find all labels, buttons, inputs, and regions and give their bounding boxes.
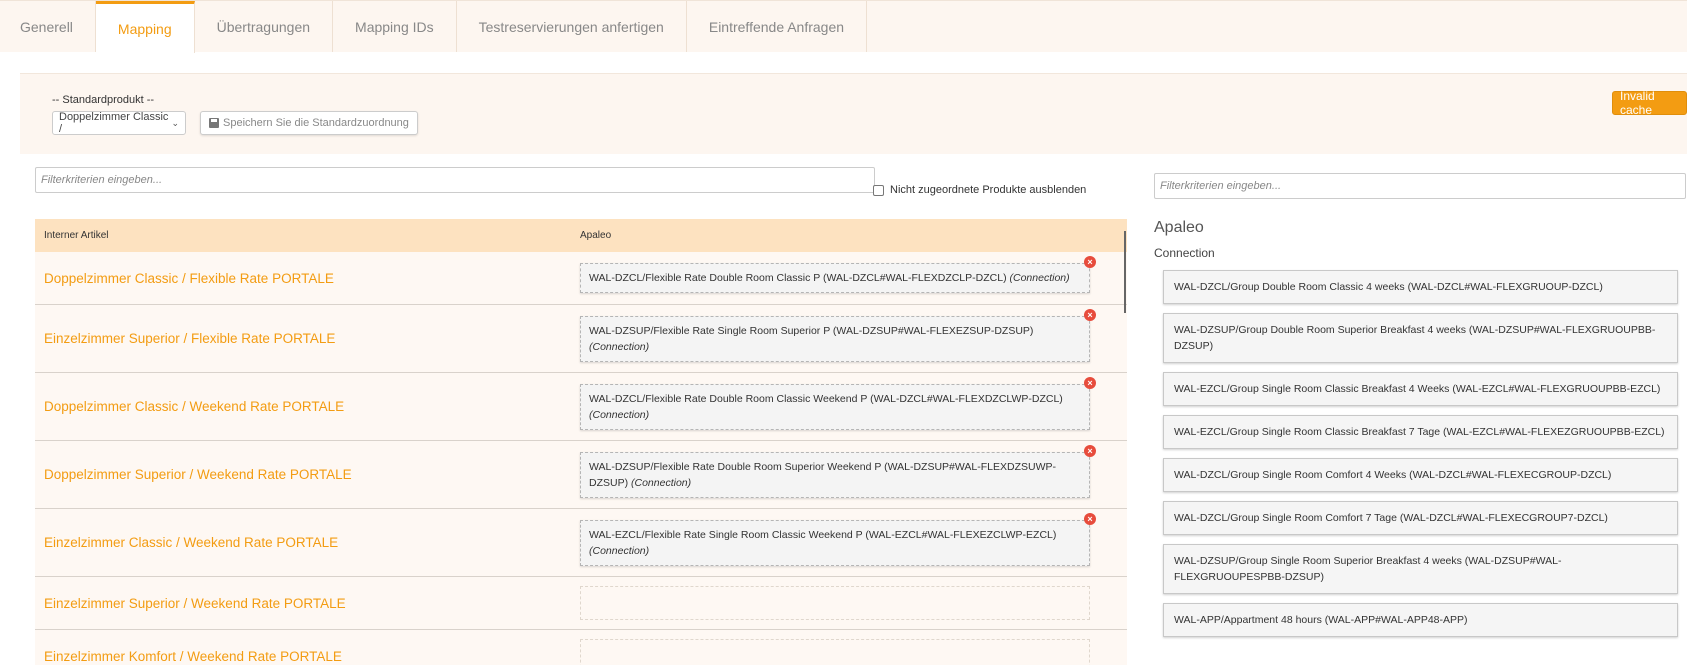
tab-testreservierungen[interactable]: Testreservierungen anfertigen: [457, 1, 687, 52]
mapping-text: WAL-EZCL/Flexible Rate Single Room Class…: [589, 528, 1057, 541]
empty-drop-zone[interactable]: [580, 586, 1090, 620]
remove-mapping-icon[interactable]: ×: [1084, 445, 1096, 457]
standard-product-select[interactable]: Doppelzimmer Classic / ⌄: [52, 111, 186, 135]
remove-mapping-icon[interactable]: ×: [1084, 256, 1096, 268]
internal-article-name[interactable]: Einzelzimmer Classic / Weekend Rate PORT…: [35, 509, 580, 576]
tab-generell[interactable]: Generell: [0, 1, 96, 52]
hide-unassigned-label: Nicht zugeordnete Produkte ausblenden: [890, 184, 1087, 196]
apaleo-product-list: WAL-DZCL/Group Double Room Classic 4 wee…: [1163, 270, 1678, 646]
internal-article-name[interactable]: Doppelzimmer Superior / Weekend Rate POR…: [35, 441, 580, 508]
mapping-tag: (Connection): [589, 544, 650, 557]
apaleo-drop-cell[interactable]: WAL-DZSUP/Flexible Rate Single Room Supe…: [580, 305, 1096, 372]
remove-mapping-icon[interactable]: ×: [1084, 513, 1096, 525]
table-row: Einzelzimmer Superior / Flexible Rate PO…: [35, 305, 1127, 373]
apaleo-product-item[interactable]: WAL-EZCL/Group Single Room Classic Break…: [1163, 372, 1678, 406]
apaleo-drop-cell[interactable]: WAL-DZCL/Flexible Rate Double Room Class…: [580, 373, 1096, 440]
right-filter-input[interactable]: [1154, 173, 1686, 199]
apaleo-product-item[interactable]: WAL-DZSUP/Group Double Room Superior Bre…: [1163, 313, 1678, 363]
apaleo-drop-cell[interactable]: WAL-DZSUP/Flexible Rate Double Room Supe…: [580, 441, 1096, 508]
apaleo-drop-cell[interactable]: [580, 577, 1090, 629]
hide-unassigned-checkbox[interactable]: [873, 184, 884, 196]
mapping-item[interactable]: WAL-DZSUP/Flexible Rate Double Room Supe…: [580, 451, 1090, 498]
remove-mapping-icon[interactable]: ×: [1084, 377, 1096, 389]
apaleo-product-item[interactable]: WAL-DZCL/Group Single Room Comfort 7 Tag…: [1163, 501, 1678, 535]
table-row: Doppelzimmer Classic / Weekend Rate PORT…: [35, 373, 1127, 441]
apaleo-product-item[interactable]: WAL-DZCL/Group Double Room Classic 4 wee…: [1163, 270, 1678, 304]
standard-product-panel: -- Standardprodukt -- Doppelzimmer Class…: [20, 73, 1687, 154]
apaleo-panel-subtitle: Connection: [1154, 246, 1215, 260]
chevron-down-icon: ⌄: [171, 117, 179, 128]
standard-product-label: -- Standardprodukt --: [52, 94, 155, 106]
mapping-tag: (Connection): [589, 340, 650, 353]
apaleo-drop-cell[interactable]: [580, 630, 1090, 665]
apaleo-product-item[interactable]: WAL-APP/Appartment 48 hours (WAL-APP#WAL…: [1163, 603, 1678, 637]
mapping-item[interactable]: WAL-DZCL/Flexible Rate Double Room Class…: [580, 263, 1090, 293]
header-apaleo: Apaleo: [580, 230, 612, 241]
mapping-item[interactable]: WAL-EZCL/Flexible Rate Single Room Class…: [580, 519, 1090, 566]
mapping-table: Interner Artikel Apaleo Doppelzimmer Cla…: [35, 219, 1127, 665]
apaleo-panel-title: Apaleo: [1154, 219, 1204, 236]
mapping-tag: (Connection): [589, 408, 650, 421]
hide-unassigned-toggle[interactable]: Nicht zugeordnete Produkte ausblenden: [873, 184, 1086, 196]
left-filter-input[interactable]: [35, 167, 875, 193]
table-row: Einzelzimmer Superior / Weekend Rate POR…: [35, 577, 1127, 630]
table-row: Einzelzimmer Komfort / Weekend Rate PORT…: [35, 630, 1127, 665]
mapping-tag: (Connection): [631, 476, 692, 489]
apaleo-product-item[interactable]: WAL-EZCL/Group Single Room Classic Break…: [1163, 415, 1678, 449]
internal-article-name[interactable]: Einzelzimmer Superior / Weekend Rate POR…: [35, 577, 580, 629]
mapping-tag: (Connection): [1009, 272, 1070, 284]
internal-article-name[interactable]: Doppelzimmer Classic / Weekend Rate PORT…: [35, 373, 580, 440]
apaleo-product-item[interactable]: WAL-DZCL/Group Single Room Comfort 4 Wee…: [1163, 458, 1678, 492]
remove-mapping-icon[interactable]: ×: [1084, 309, 1096, 321]
table-scrollbar[interactable]: [1124, 231, 1126, 313]
save-default-mapping-button[interactable]: Speichern Sie die Standardzuordnung: [200, 111, 418, 135]
mapping-text: WAL-DZSUP/Flexible Rate Single Room Supe…: [589, 324, 1034, 337]
floppy-disk-icon: [209, 118, 219, 128]
table-row: Doppelzimmer Superior / Weekend Rate POR…: [35, 441, 1127, 509]
tab-eintreffende-anfragen[interactable]: Eintreffende Anfragen: [687, 1, 868, 52]
apaleo-drop-cell[interactable]: WAL-EZCL/Flexible Rate Single Room Class…: [580, 509, 1096, 576]
tab-mapping[interactable]: Mapping: [95, 1, 195, 53]
table-header: Interner Artikel Apaleo: [35, 219, 1127, 252]
internal-article-name[interactable]: Einzelzimmer Komfort / Weekend Rate PORT…: [35, 630, 580, 665]
invalid-cache-button[interactable]: Invalid cache: [1612, 89, 1687, 117]
table-row: Doppelzimmer Classic / Flexible Rate POR…: [35, 252, 1127, 305]
mapping-item[interactable]: WAL-DZSUP/Flexible Rate Single Room Supe…: [580, 315, 1090, 362]
mapping-text: WAL-DZCL/Flexible Rate Double Room Class…: [589, 392, 1063, 405]
tab-mapping-ids[interactable]: Mapping IDs: [333, 1, 457, 52]
internal-article-name[interactable]: Einzelzimmer Superior / Flexible Rate PO…: [35, 305, 580, 372]
standard-product-value: Doppelzimmer Classic /: [59, 111, 169, 135]
internal-article-name[interactable]: Doppelzimmer Classic / Flexible Rate POR…: [35, 252, 580, 304]
empty-drop-zone[interactable]: [580, 639, 1090, 665]
tab-uebertragungen[interactable]: Übertragungen: [195, 1, 334, 52]
apaleo-product-item[interactable]: WAL-DZSUP/Group Single Room Superior Bre…: [1163, 544, 1678, 594]
save-default-mapping-label: Speichern Sie die Standardzuordnung: [223, 117, 409, 129]
apaleo-drop-cell[interactable]: WAL-DZCL/Flexible Rate Double Room Class…: [580, 252, 1096, 304]
header-internal-article: Interner Artikel: [44, 230, 109, 241]
table-row: Einzelzimmer Classic / Weekend Rate PORT…: [35, 509, 1127, 577]
mapping-text: WAL-DZCL/Flexible Rate Double Room Class…: [589, 272, 1007, 284]
tab-bar: Generell Mapping Übertragungen Mapping I…: [0, 0, 1687, 53]
mapping-item[interactable]: WAL-DZCL/Flexible Rate Double Room Class…: [580, 383, 1090, 430]
